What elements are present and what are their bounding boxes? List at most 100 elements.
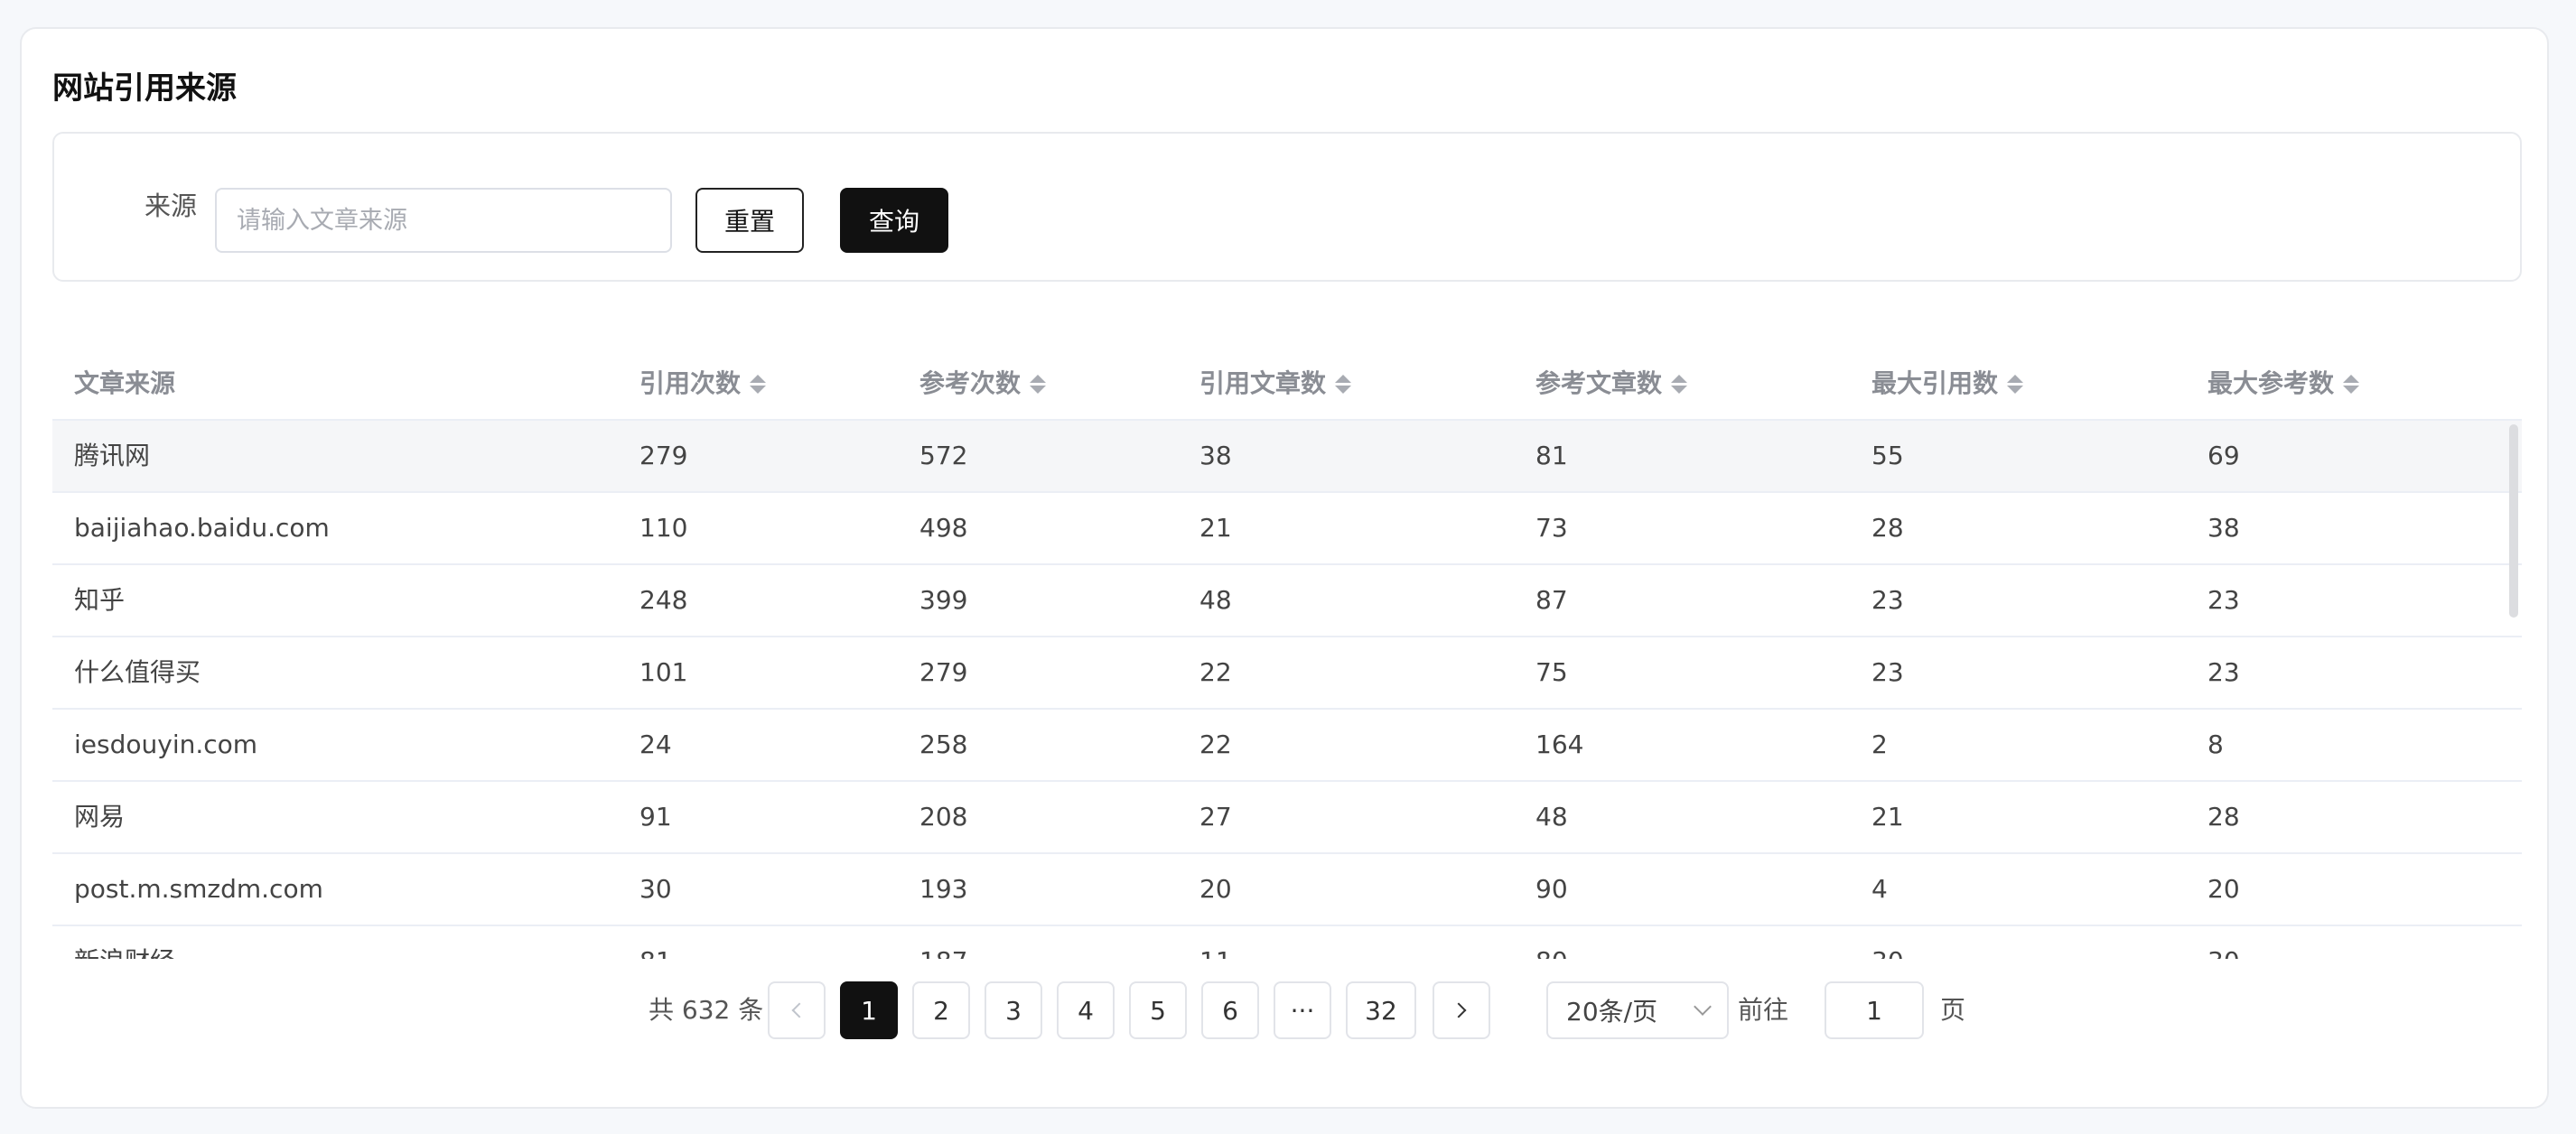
column-header-label: 参考次数 [919, 368, 1022, 398]
sort-icon[interactable] [2007, 374, 2024, 394]
table-cell: 28 [1871, 513, 1904, 543]
table-cell: 258 [919, 730, 968, 759]
table-cell: 81 [639, 926, 672, 959]
table-cell: 80 [1535, 926, 1568, 959]
table-row[interactable]: 腾讯网 279 572 38 81 55 69 [52, 421, 2522, 493]
page-button[interactable]: 4 [1057, 981, 1115, 1039]
table-row[interactable]: 什么值得买 101 279 22 75 23 23 [52, 637, 2522, 710]
column-header[interactable]: 最大参考数 [2207, 347, 2360, 421]
page-button[interactable]: 6 [1201, 981, 1259, 1039]
column-header-label: 文章来源 [74, 368, 176, 398]
sort-icon[interactable] [1030, 374, 1047, 394]
table-cell: 73 [1535, 513, 1568, 543]
page-button[interactable]: 32 [1346, 981, 1416, 1039]
table-cell: 23 [1871, 657, 1904, 687]
goto-label: 前往 [1738, 995, 1789, 1025]
filter-panel: 来源 重置 查询 [52, 132, 2522, 282]
table-cell: 知乎 [74, 585, 126, 615]
table-cell: 2 [1871, 730, 1888, 759]
prev-page-button[interactable] [768, 981, 826, 1039]
column-header[interactable]: 参考文章数 [1535, 347, 1688, 421]
table-cell: 30 [2207, 926, 2240, 959]
table-cell: 23 [2207, 585, 2240, 615]
page-size-select[interactable]: 20条/页 [1546, 981, 1729, 1039]
table-cell: 腾讯网 [74, 441, 151, 470]
next-page-button[interactable] [1433, 981, 1490, 1039]
table-cell: 110 [639, 513, 688, 543]
table-row[interactable]: baijiahao.baidu.com 110 498 21 73 28 38 [52, 493, 2522, 565]
table-cell: 8 [2207, 730, 2224, 759]
page-button[interactable]: 2 [912, 981, 970, 1039]
goto-page-input[interactable] [1825, 981, 1924, 1039]
table-cell: 193 [919, 874, 968, 904]
table-cell: 23 [2207, 657, 2240, 687]
table-cell: 279 [639, 441, 688, 470]
table-cell: 21 [1199, 513, 1232, 543]
table-cell: 11 [1199, 926, 1232, 959]
table-cell: 48 [1199, 585, 1232, 615]
table-cell: 20 [2207, 874, 2240, 904]
table-cell: 248 [639, 585, 688, 615]
table-cell: 81 [1535, 441, 1568, 470]
table-cell: 38 [2207, 513, 2240, 543]
table-cell: 38 [1199, 441, 1232, 470]
column-header-label: 最大参考数 [2207, 368, 2335, 398]
table-cell: 69 [2207, 441, 2240, 470]
sort-icon[interactable] [1335, 374, 1352, 394]
page-button[interactable]: 3 [985, 981, 1042, 1039]
table-cell: 什么值得买 [74, 657, 201, 687]
page-button[interactable]: 5 [1129, 981, 1187, 1039]
table-cell: 28 [2207, 802, 2240, 832]
table-cell: 101 [639, 657, 688, 687]
table-scrollbar[interactable] [2509, 424, 2518, 618]
chevron-down-icon [1694, 998, 1712, 1016]
sort-icon[interactable] [2343, 374, 2360, 394]
column-header[interactable]: 最大引用数 [1871, 347, 2024, 421]
column-header-label: 参考文章数 [1535, 368, 1663, 398]
table-cell: 网易 [74, 802, 126, 832]
column-header[interactable]: 参考次数 [919, 347, 1047, 421]
column-header-label: 引用文章数 [1199, 368, 1327, 398]
table-cell: 498 [919, 513, 968, 543]
pagination: 共 632 条 123456 ··· 32 20条/页 前往 页 [22, 981, 2547, 1039]
goto-suffix: 页 [1940, 995, 1966, 1025]
table-cell: 24 [639, 730, 672, 759]
source-filter-label: 来源 [145, 191, 198, 221]
table-row[interactable]: 知乎 248 399 48 87 23 23 [52, 565, 2522, 637]
table-cell: 21 [1871, 802, 1904, 832]
column-header[interactable]: 引用文章数 [1199, 347, 1352, 421]
table-cell: 27 [1199, 802, 1232, 832]
table-header: 文章来源 引用次数 参考次数 引用文章数 参考文章数 最大引用数 最大参考数 [52, 347, 2522, 421]
table-cell: 4 [1871, 874, 1888, 904]
source-search-input[interactable] [215, 188, 672, 253]
table-cell: 新浪财经 [74, 926, 175, 959]
table-cell: 23 [1871, 585, 1904, 615]
table-cell: 30 [1871, 926, 1904, 959]
table-cell: 48 [1535, 802, 1568, 832]
table-row[interactable]: post.m.smzdm.com 30 193 20 90 4 20 [52, 854, 2522, 926]
table-cell: 572 [919, 441, 968, 470]
column-header-label: 引用次数 [639, 368, 742, 398]
table-row[interactable]: iesdouyin.com 24 258 22 164 2 8 [52, 710, 2522, 782]
source-table: 文章来源 引用次数 参考次数 引用文章数 参考文章数 最大引用数 最大参考数 腾讯网 279 5… [52, 347, 2522, 959]
main-card: 网站引用来源 来源 重置 查询 文章来源 引用次数 参考次数 引用文章数 参考文章数 最大… [20, 27, 2549, 1109]
table-cell: 164 [1535, 730, 1584, 759]
table-body[interactable]: 腾讯网 279 572 38 81 55 69 baijiahao.baidu.com 110 4… [52, 421, 2522, 959]
table-cell: 279 [919, 657, 968, 687]
table-cell: 399 [919, 585, 968, 615]
table-row[interactable]: 网易 91 208 27 48 21 28 [52, 782, 2522, 854]
page-title: 网站引用来源 [52, 70, 237, 107]
table-cell: 30 [639, 874, 672, 904]
sort-icon[interactable] [1671, 374, 1688, 394]
reset-button[interactable]: 重置 [695, 188, 804, 253]
query-button[interactable]: 查询 [840, 188, 948, 253]
column-header[interactable]: 引用次数 [639, 347, 767, 421]
table-cell: 22 [1199, 730, 1232, 759]
table-cell: 75 [1535, 657, 1568, 687]
table-cell: 91 [639, 802, 672, 832]
page-ellipsis-button[interactable]: ··· [1274, 981, 1331, 1039]
table-cell: 187 [919, 926, 967, 959]
page-button[interactable]: 1 [840, 981, 898, 1039]
sort-icon[interactable] [750, 374, 767, 394]
table-row[interactable]: 新浪财经 81 187 11 80 30 30 [52, 926, 2522, 959]
